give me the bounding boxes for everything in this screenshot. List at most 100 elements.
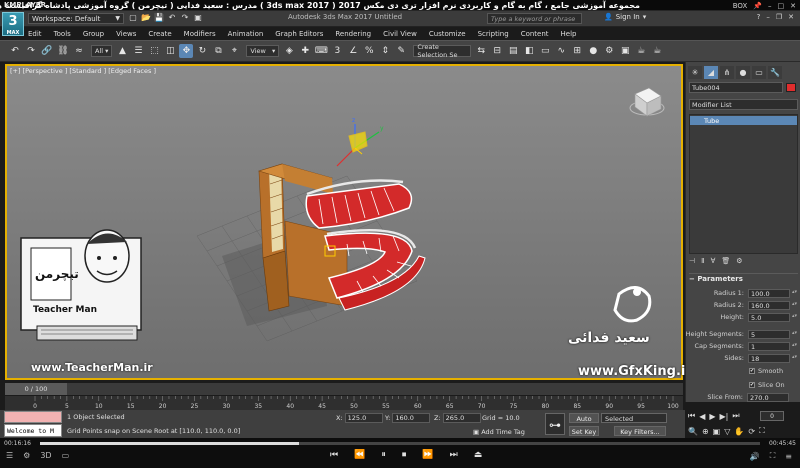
key-filters-button[interactable]: Key Filters... [614, 426, 666, 436]
unlink-icon[interactable]: ⛓ [56, 44, 70, 58]
height-segments-input[interactable]: 5 [748, 330, 790, 339]
align-icon[interactable]: ⊟ [490, 44, 504, 58]
project-folder-icon[interactable]: ▣ [193, 13, 203, 23]
select-scale-icon[interactable]: ⧉ [211, 44, 225, 58]
z-coordinate-input[interactable]: 265.0 [442, 413, 481, 423]
hierarchy-tab-icon[interactable]: ⋔ [720, 65, 734, 79]
menu-icon[interactable]: ≡ [785, 452, 792, 461]
layer-explorer-icon[interactable]: ◧ [522, 44, 536, 58]
app-logo-button[interactable]: 3 MAX [2, 12, 24, 36]
go-to-end-icon[interactable]: ⏭ [732, 411, 739, 421]
minimize-icon[interactable]: – [768, 2, 772, 10]
eject-icon[interactable]: ⏏ [474, 450, 483, 460]
field-of-view-icon[interactable]: ▽ [724, 427, 730, 436]
settings-icon[interactable]: ⚙ [23, 451, 30, 460]
new-file-icon[interactable]: ▢ [128, 13, 138, 23]
menu-tools[interactable]: Tools [54, 30, 71, 38]
render-iterative-icon[interactable]: ☕ [650, 44, 664, 58]
pivot-center-icon[interactable]: ◈ [282, 44, 296, 58]
redo-icon[interactable]: ↷ [180, 13, 190, 23]
redo-icon[interactable]: ↷ [24, 44, 38, 58]
sides-input[interactable]: 18 [748, 354, 790, 363]
open-file-icon[interactable]: 📂 [141, 13, 151, 23]
pan-icon[interactable]: ✋ [734, 427, 744, 436]
maxscript-listener-input[interactable]: Welcome to M [4, 424, 62, 437]
menu-rendering[interactable]: Rendering [335, 30, 371, 38]
menu-customize[interactable]: Customize [429, 30, 466, 38]
spinner-icon[interactable]: ▴▾ [792, 301, 797, 307]
rendered-frame-icon[interactable]: ▣ [618, 44, 632, 58]
pin-icon[interactable]: 📌 [753, 2, 762, 10]
orbit-icon[interactable]: ⟳ [748, 427, 755, 436]
pin-stack-icon[interactable]: ⊣ [689, 257, 695, 265]
time-slider[interactable]: 0 / 100 [5, 383, 67, 395]
parameters-rollout-header[interactable]: − Parameters [689, 273, 798, 284]
height-input[interactable]: 5.0 [748, 313, 790, 322]
spinner-icon[interactable]: ▴▾ [792, 342, 797, 348]
zoom-extents-icon[interactable]: ▣ [713, 427, 721, 436]
undo-icon[interactable]: ↶ [167, 13, 177, 23]
select-rotate-icon[interactable]: ↻ [195, 44, 209, 58]
volume-icon[interactable]: 🔊 [750, 452, 760, 461]
configure-sets-icon[interactable]: ⚙ [736, 257, 742, 265]
motion-tab-icon[interactable]: ● [736, 65, 750, 79]
select-object-icon[interactable]: ▲ [115, 44, 129, 58]
add-time-tag-button[interactable]: ▣ Add Time Tag [473, 428, 525, 436]
select-by-name-icon[interactable]: ☰ [131, 44, 145, 58]
angle-snap-icon[interactable]: ∠ [346, 44, 360, 58]
stack-item-tube[interactable]: Tube [690, 116, 797, 125]
reference-coordinate-dropdown[interactable]: View ▾ [246, 45, 280, 57]
menu-content[interactable]: Content [521, 30, 549, 38]
playlist-icon[interactable]: ☰ [6, 451, 13, 460]
create-tab-icon[interactable]: ✳ [688, 65, 702, 79]
time-slider-track[interactable]: 0 / 100 [5, 383, 683, 395]
rectangle-selection-icon[interactable]: ⬚ [147, 44, 161, 58]
next-frame-icon[interactable]: ▶| [720, 412, 729, 421]
mirror-icon[interactable]: ⇆ [474, 44, 488, 58]
ribbon-toggle-icon[interactable]: ▭ [538, 44, 552, 58]
menu-views[interactable]: Views [116, 30, 136, 38]
search-input[interactable]: Type a keyword or phrase [487, 13, 582, 24]
close-icon[interactable]: ✕ [790, 2, 796, 10]
key-selection-dropdown[interactable]: Selected [601, 413, 667, 423]
auto-key-button[interactable]: Auto Key [569, 413, 599, 433]
slice-on-checkbox[interactable]: ✔ Slice On [689, 381, 798, 391]
edit-named-selection-icon[interactable]: ✎ [394, 44, 408, 58]
minimize-icon[interactable]: – [766, 13, 770, 21]
menu-help[interactable]: Help [561, 30, 577, 38]
selection-filter-dropdown[interactable]: All ▾ [91, 45, 113, 57]
next-icon[interactable]: ⏭ [450, 450, 458, 460]
maximize-viewport-icon[interactable]: ⛶ [759, 426, 765, 436]
player-seek-bar[interactable] [40, 442, 760, 445]
menu-scripting[interactable]: Scripting [478, 30, 509, 38]
spinner-snap-icon[interactable]: ⇕ [378, 44, 392, 58]
vr-icon[interactable]: ▭ [62, 451, 70, 460]
menu-civil-view[interactable]: Civil View [383, 30, 417, 38]
menu-graph-editors[interactable]: Graph Editors [275, 30, 323, 38]
spinner-icon[interactable]: ▴▾ [792, 289, 797, 295]
modify-tab-icon[interactable]: ◢ [704, 65, 718, 79]
save-icon[interactable]: 💾 [154, 13, 164, 23]
display-tab-icon[interactable]: ▭ [752, 65, 766, 79]
fullscreen-icon[interactable]: ⛶ [770, 451, 776, 461]
menu-edit[interactable]: Edit [28, 30, 42, 38]
stop-icon[interactable]: ⏹ [402, 450, 407, 460]
named-selection-dropdown[interactable]: Create Selection Se [413, 43, 472, 59]
show-end-result-icon[interactable]: Ⅱ [701, 257, 704, 265]
previous-frame-icon[interactable]: ◀ [699, 412, 705, 421]
schematic-view-icon[interactable]: ⊞ [570, 44, 584, 58]
percent-snap-icon[interactable]: % [362, 44, 376, 58]
radius2-input[interactable]: 160.0 [748, 301, 790, 310]
remove-modifier-icon[interactable]: 🗑 [721, 257, 730, 265]
close-icon[interactable]: ✕ [788, 13, 794, 21]
scene-explorer-icon[interactable]: ▤ [506, 44, 520, 58]
snaps-toggle-icon[interactable]: 3 [330, 44, 344, 58]
forward-icon[interactable]: ⏩ [422, 450, 433, 460]
modifier-list-dropdown[interactable]: Modifier List [689, 99, 798, 110]
material-editor-icon[interactable]: ● [586, 44, 600, 58]
cap-segments-input[interactable]: 1 [748, 342, 790, 351]
set-key-button[interactable]: Set Key [569, 426, 599, 436]
keyboard-shortcut-icon[interactable]: ⌨ [314, 44, 328, 58]
rewind-icon[interactable]: ⏪ [354, 450, 365, 460]
smooth-checkbox[interactable]: ✔ Smooth [689, 367, 798, 377]
